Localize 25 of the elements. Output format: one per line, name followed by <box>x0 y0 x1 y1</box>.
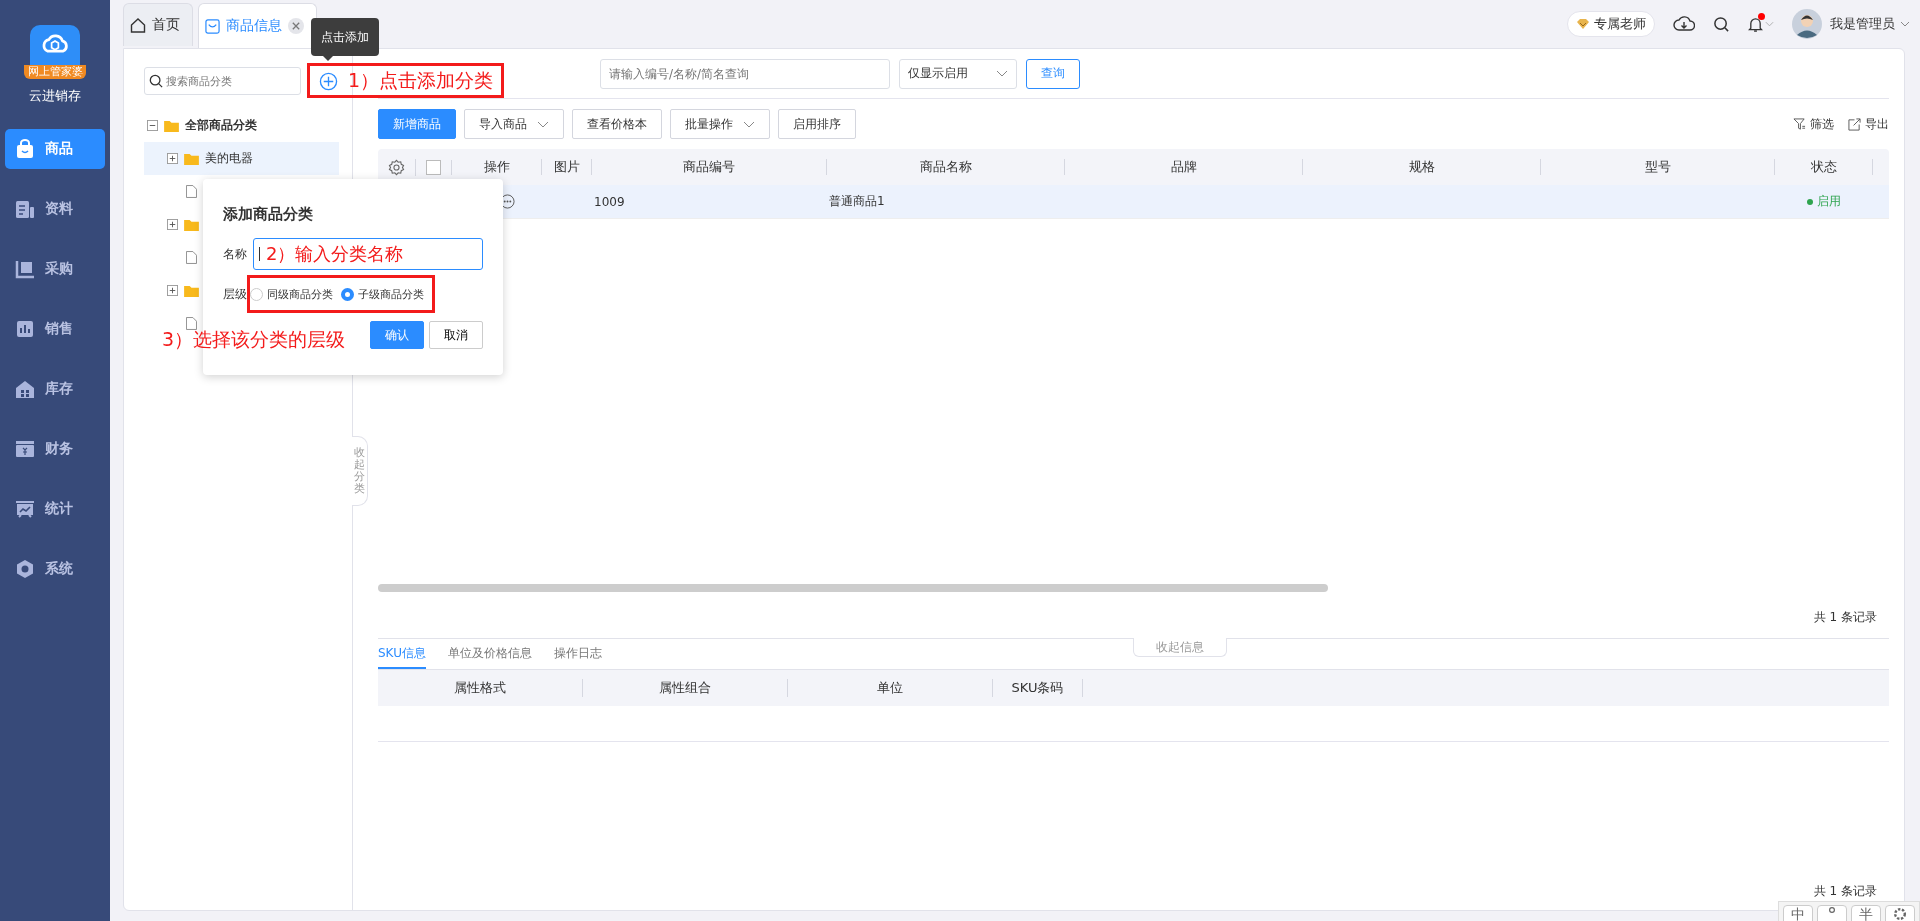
status-label: 启用 <box>1817 193 1841 210</box>
annotation-text: 3）选择该分类的层级 <box>162 327 346 352</box>
column-header: 状态 <box>1775 159 1873 175</box>
record-count: 共 1 条记录 <box>1813 883 1877 900</box>
column-header: 单位 <box>788 679 993 697</box>
annotation-text: 1）点击添加分类 <box>348 67 494 93</box>
column-header: 商品名称 <box>827 159 1065 175</box>
column-header: SKU条码 <box>993 679 1083 697</box>
field-label: 名称 <box>223 245 245 263</box>
column-header: 属性组合 <box>583 679 788 697</box>
column-header: 图片 <box>542 159 592 175</box>
logo-badge: 网上管家婆 <box>24 65 86 79</box>
table-cell: 普通商品1 <box>829 193 885 210</box>
dialog-title: 添加商品分类 <box>223 205 314 224</box>
column-header: 型号 <box>1541 159 1775 175</box>
column-header: 规格 <box>1303 159 1541 175</box>
annotation-text: 2）输入分类名称 <box>266 242 404 266</box>
column-header: 属性格式 <box>378 679 583 697</box>
column-header: 商品编号 <box>592 159 827 175</box>
table-cell: 1009 <box>594 194 625 209</box>
column-header: 品牌 <box>1065 159 1303 175</box>
app-name: 云进销存 <box>29 87 81 105</box>
column-header: 操作 <box>452 159 542 175</box>
record-count: 共 1 条记录 <box>1813 609 1877 626</box>
field-label: 层级 <box>223 285 245 303</box>
